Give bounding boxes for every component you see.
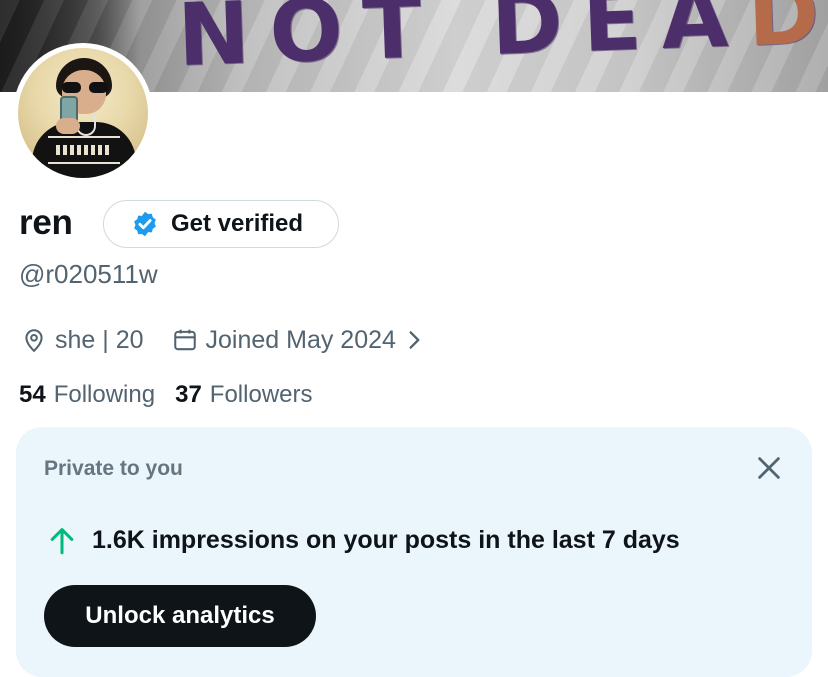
follow-stats: 54 Following 37 Followers [19,381,313,409]
impressions-text: 1.6K impressions on your posts in the la… [92,525,680,554]
location-pin-icon [25,329,43,353]
profile-handle: @r020511w [19,259,158,289]
profile-name: ren [19,203,73,242]
banner-handwritten-text: NOT DEAD [176,0,828,86]
following-label: Following [53,381,156,408]
avatar-photo [18,48,148,178]
chevron-right-icon[interactable] [406,327,424,353]
close-icon[interactable] [754,453,784,483]
analytics-card-title: Private to you [44,457,183,480]
following-link[interactable]: 54 Following [19,381,155,409]
following-count: 54 [19,381,46,408]
unlock-analytics-button[interactable]: Unlock analytics [44,585,316,647]
arrow-up-icon [50,528,74,555]
profile-location: she | 20 [55,325,144,354]
followers-count: 37 [175,381,202,408]
analytics-card: Private to you 1.6K impressions on your … [16,427,812,677]
profile-meta: she | 20 Joined May 2024 [21,324,424,356]
calendar-icon [173,329,196,351]
get-verified-button[interactable]: Get verified [103,200,339,248]
get-verified-label: Get verified [171,210,304,237]
profile-joined-date: Joined May 2024 [205,325,396,354]
followers-label: Followers [209,381,313,408]
followers-link[interactable]: 37 Followers [175,381,312,409]
verified-badge-icon [134,211,156,237]
avatar[interactable] [13,43,153,183]
impressions-stat: 1.6K impressions on your posts in the la… [48,525,680,555]
